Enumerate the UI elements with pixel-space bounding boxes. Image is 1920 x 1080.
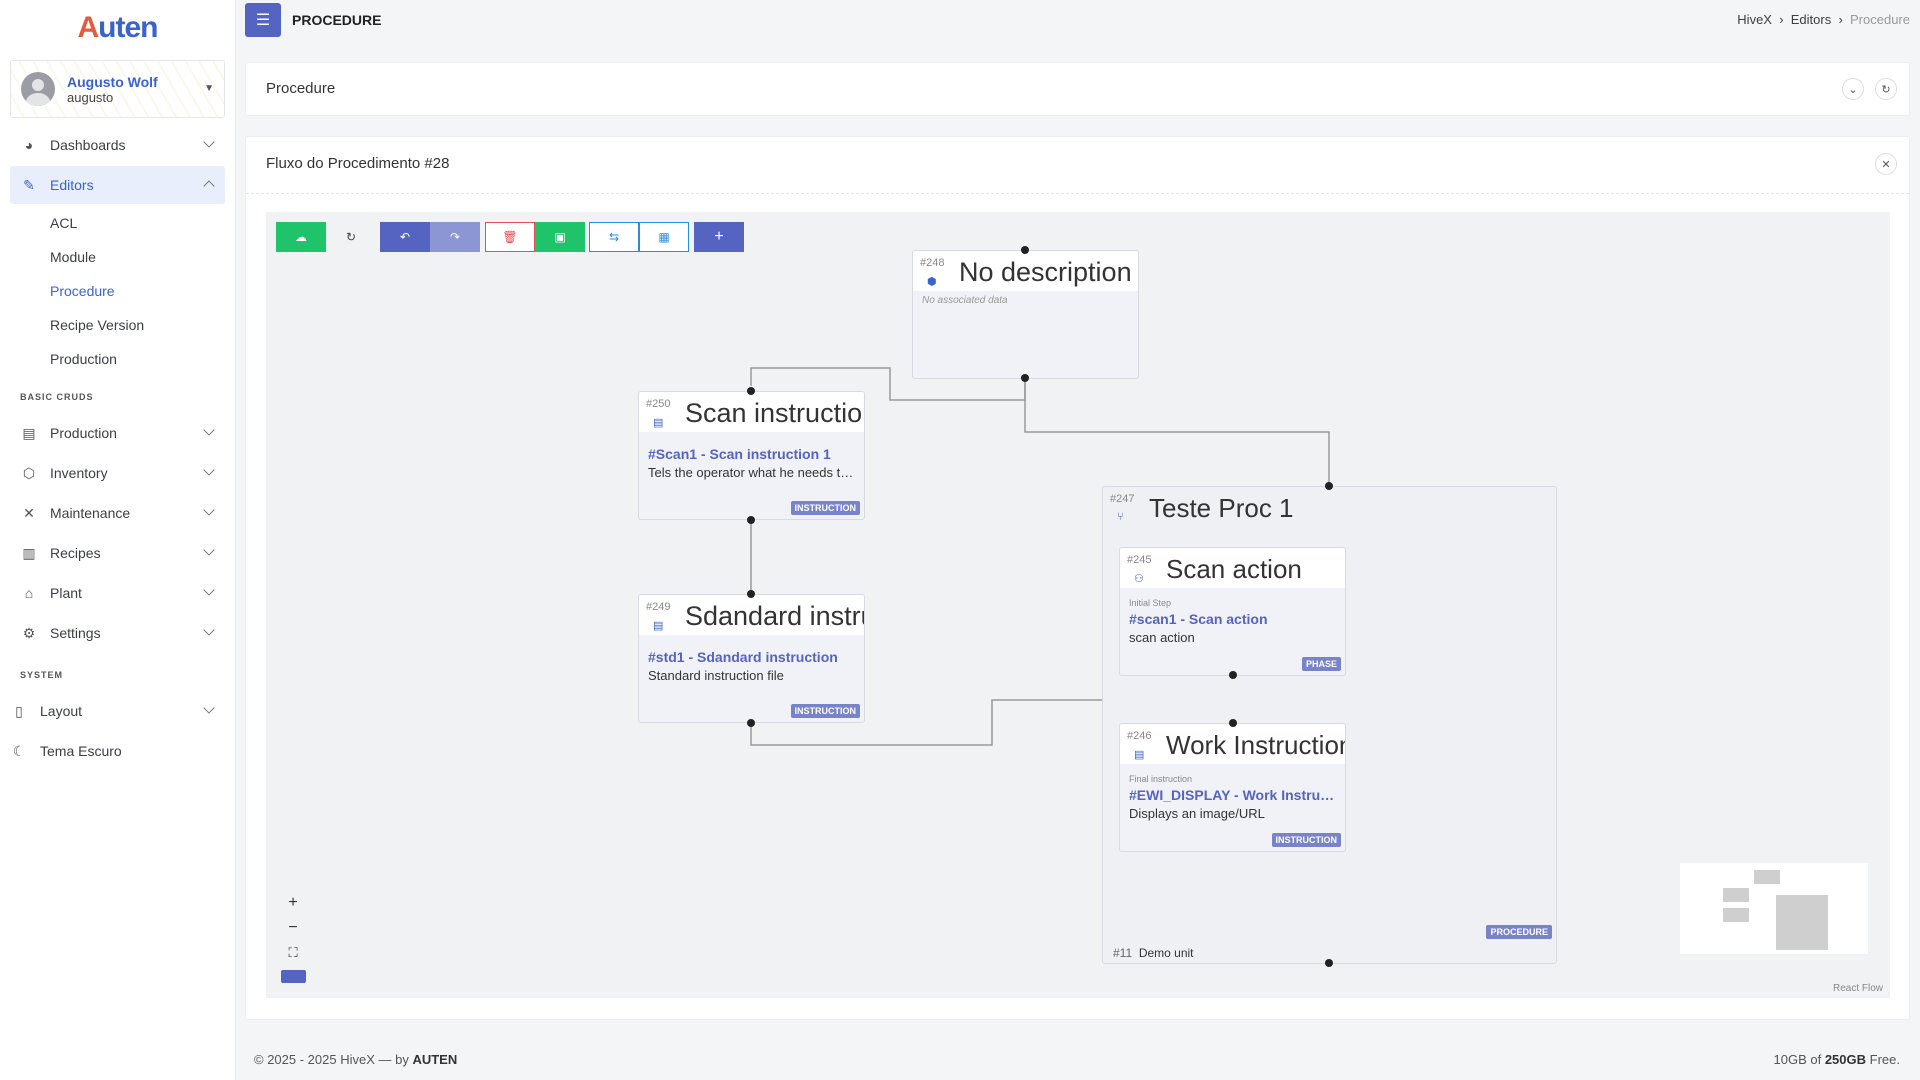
storage-free: Free. (1869, 1052, 1900, 1067)
footer-brand[interactable]: AUTEN (412, 1052, 457, 1067)
node-id: #247 (1110, 493, 1135, 505)
node-name: Work Instruction (1166, 730, 1346, 760)
node-desc: Displays an image/URL (1129, 806, 1265, 821)
node-badge: PHASE (1301, 657, 1341, 671)
zoom-in-button[interactable]: + (280, 891, 306, 915)
fit-view-button[interactable]: ⛶ (280, 941, 306, 965)
handle[interactable] (1229, 671, 1237, 679)
node-id: #248 (920, 257, 945, 269)
handle[interactable] (747, 590, 755, 598)
react-flow-attribution[interactable]: React Flow (1833, 983, 1883, 994)
node-note: No associated data (922, 295, 1008, 306)
node-code: #Scan1 - Scan instruction 1 (648, 446, 831, 462)
node-249[interactable]: #249 ▤ Sdandard instruction #std1 - Sdanda… (638, 594, 865, 723)
plus-icon: + (288, 894, 298, 911)
node-246[interactable]: #246 ▤ Work Instruction Final instruction … (1119, 723, 1346, 852)
node-step: Initial Step (1129, 598, 1172, 608)
document-icon: ▤ (1134, 749, 1145, 761)
node-desc: Standard instruction file (648, 668, 784, 683)
handle[interactable] (747, 516, 755, 524)
handle[interactable] (1325, 959, 1333, 967)
node-name: Teste Proc 1 (1149, 493, 1294, 523)
node-code: #EWI_DISPLAY - Work Instruction (1129, 787, 1345, 803)
handle[interactable] (1229, 719, 1237, 727)
zoom-out-button[interactable]: − (280, 916, 306, 940)
storage-info: 10GB of 250GB Free. (1774, 1052, 1901, 1067)
info-icon: ⬢ (927, 276, 937, 288)
storage-total: 250GB (1824, 1052, 1867, 1067)
minimap-node (1754, 870, 1780, 884)
minimap[interactable] (1675, 835, 1873, 982)
node-badge: INSTRUCTION (790, 704, 860, 718)
node-step: Final instruction (1129, 774, 1193, 784)
node-code: #std1 - Sdandard instruction (648, 649, 838, 665)
edge-248-247 (1024, 378, 1330, 486)
fullscreen-icon: ⛶ (288, 945, 298, 960)
node-248[interactable]: #248 ⬢ No description No associated data (912, 250, 1139, 379)
lock-toggle-button[interactable] (281, 970, 306, 983)
document-icon: ▤ (653, 620, 664, 632)
minimap-node (1723, 888, 1749, 902)
node-name: Sdandard instruction (685, 601, 864, 631)
minimap-node (1723, 908, 1749, 922)
handle[interactable] (1021, 246, 1029, 254)
node-badge: INSTRUCTION (790, 501, 860, 515)
node-id: #250 (646, 398, 671, 410)
node-id: #249 (646, 601, 671, 613)
branch-icon: ⑂ (1117, 511, 1124, 523)
node-name: Scan action (1166, 554, 1302, 584)
node-code: #scan1 - Scan action (1129, 611, 1268, 627)
unit-name: Demo unit (1138, 946, 1194, 960)
node-name: No description (959, 257, 1132, 287)
node-id: #246 (1127, 730, 1152, 742)
node-250[interactable]: #250 ▤ Scan instruction #Scan1 - Scan inst… (638, 391, 865, 520)
minimap-node (1776, 895, 1828, 950)
node-desc: scan action (1129, 630, 1195, 645)
unit-id: #11 (1113, 946, 1133, 960)
node-badge: INSTRUCTION (1271, 833, 1341, 847)
minus-icon: − (288, 919, 298, 936)
unit-label: #11 Demo unit (1113, 946, 1194, 960)
footer-copy: © 2025 - 2025 HiveX — by (254, 1052, 409, 1067)
handle[interactable] (747, 387, 755, 395)
handle[interactable] (747, 719, 755, 727)
handle[interactable] (1325, 482, 1333, 490)
node-id: #245 (1127, 554, 1152, 566)
node-badge: PROCEDURE (1486, 925, 1552, 939)
handle[interactable] (1021, 374, 1029, 382)
node-245[interactable]: #245 ⚇ Scan action Initial Step #scan1 - S… (1119, 547, 1346, 676)
users-icon: ⚇ (1134, 573, 1144, 585)
document-icon: ▤ (653, 417, 664, 429)
node-desc: Tels the operator what he needs to do (648, 465, 864, 480)
footer: © 2025 - 2025 HiveX — by AUTEN (254, 1052, 457, 1067)
storage-used: 10GB of (1773, 1052, 1822, 1067)
node-name: Scan instruction (685, 398, 865, 428)
